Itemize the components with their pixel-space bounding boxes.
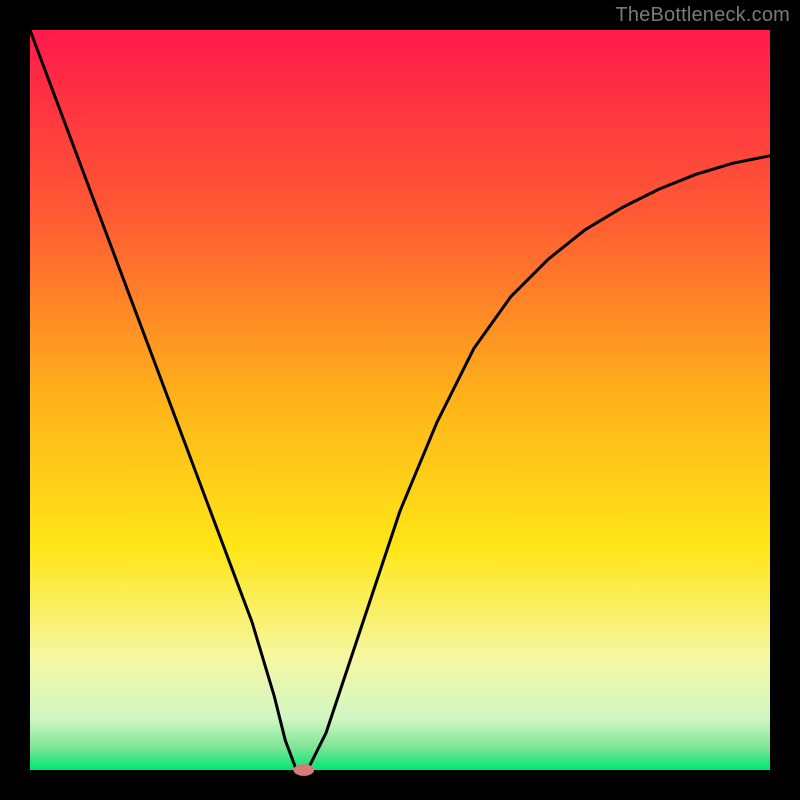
bottleneck-chart — [0, 0, 800, 800]
watermark-text: TheBottleneck.com — [615, 4, 790, 27]
optimum-marker — [293, 764, 314, 776]
chart-frame: TheBottleneck.com — [0, 0, 800, 800]
plot-background — [30, 30, 770, 770]
